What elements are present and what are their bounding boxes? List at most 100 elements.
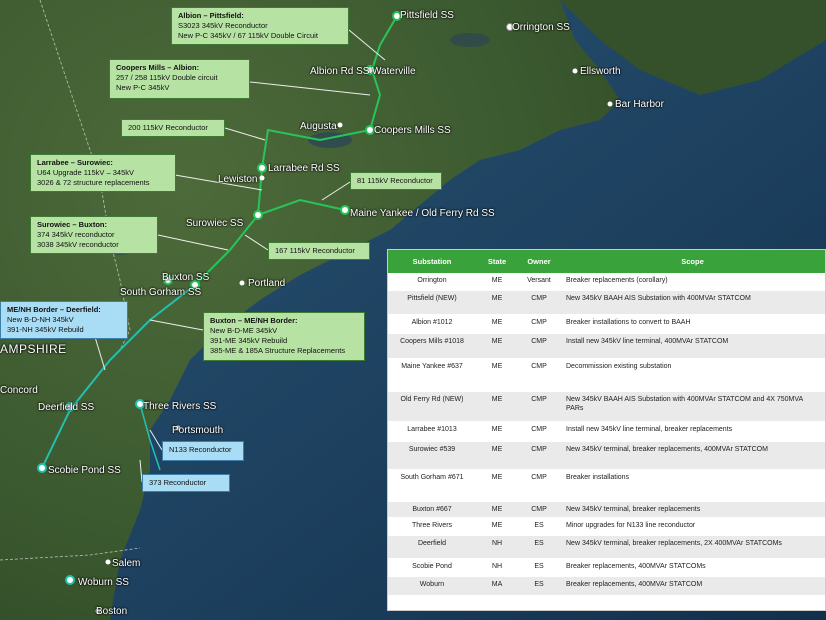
place-lewiston: Lewiston xyxy=(218,174,258,185)
callout-line: New P-C 345kV / 67 115kV Double Circuit xyxy=(178,31,318,40)
place-portland: Portland xyxy=(248,278,286,289)
cell-scope: Breaker installations to convert to BAAH xyxy=(560,314,825,334)
cell-scope: New 345kV BAAH AIS Substation with 400MV… xyxy=(560,290,825,315)
cell-owner: ES xyxy=(518,558,560,577)
cell-state: ME xyxy=(476,391,518,422)
callout-373-reconductor: 373 Reconductor xyxy=(142,474,230,492)
callout-coopers-albion: Coopers Mills – Albion: 257 / 258 115kV … xyxy=(109,59,250,99)
place-albion: Albion Rd SS xyxy=(310,66,370,77)
cell-scope: New 345kV terminal, breaker replacements… xyxy=(560,535,825,559)
callout-title: ME/NH Border – Deerfield: xyxy=(7,305,101,314)
cell-substation: Old Ferry Rd (NEW) xyxy=(388,391,476,422)
callout-title: Larrabee – Surowiec: xyxy=(37,158,113,167)
substation-table: Substation State Owner Scope Orrington ME… xyxy=(387,249,826,611)
cell-substation: Woburn xyxy=(388,576,476,596)
callout-line: 3026 & 72 structure replacements xyxy=(37,178,150,187)
table-row: Buxton #667 ME CMP New 345kV terminal, brea… xyxy=(388,501,825,518)
cell-scope: Breaker replacements (corollary) xyxy=(560,273,825,291)
state-label-nh: AMPSHIRE xyxy=(0,342,67,356)
table-row: Maine Yankee #637 ME CMP Decommission exist… xyxy=(388,358,825,392)
callout-81-reconductor: 81 115kV Reconductor xyxy=(350,172,442,190)
callout-line: 3038 345kV reconductor xyxy=(37,240,119,249)
callout-line: 385-ME & 185A Structure Replacements xyxy=(210,346,346,355)
place-deerfield: Deerfield SS xyxy=(38,402,95,413)
cell-substation: Three Rivers xyxy=(388,517,476,536)
table-row: Old Ferry Rd (NEW) ME CMP New 345kV BAAH AI… xyxy=(388,391,825,422)
place-surowiec: Surowiec SS xyxy=(186,218,244,229)
cell-substation: Albion #1012 xyxy=(388,314,476,334)
place-boston: Boston xyxy=(96,606,128,617)
callout-line: New P-C 345kV xyxy=(116,83,170,92)
callout-200-reconductor: 200 115kV Reconductor xyxy=(121,119,225,137)
cell-scope: Breaker replacements, 400MVAr STATCOM xyxy=(560,576,825,596)
place-concord: Concord xyxy=(0,385,38,396)
cell-substation: Orrington xyxy=(388,273,476,291)
table-row: Deerfield NH ES New 345kV terminal, breaker… xyxy=(388,535,825,559)
header-scope: Scope xyxy=(560,250,825,273)
callout-line: 167 115kV Reconductor xyxy=(275,246,355,255)
place-coopers: Coopers Mills SS xyxy=(374,125,451,136)
cell-scope: Install new 345kV line terminal, 400MVAr… xyxy=(560,333,825,359)
cell-owner: CMP xyxy=(518,469,560,502)
cell-state: ME xyxy=(476,469,518,502)
callout-line: 200 115kV Reconductor xyxy=(128,123,208,132)
place-scobie: Scobie Pond SS xyxy=(48,465,121,476)
cell-state: NH xyxy=(476,535,518,559)
cell-state: NH xyxy=(476,558,518,577)
callout-buxton-menh: Buxton – ME/NH Border: New B-D-ME 345kV … xyxy=(203,312,365,361)
place-barharbor: Bar Harbor xyxy=(615,99,664,110)
header-state: State xyxy=(476,250,518,273)
cell-scope: Minor upgrades for N133 line reconductor xyxy=(560,517,825,536)
place-larrabee: Larrabee Rd SS xyxy=(268,163,340,174)
place-portsmouth: Portsmouth xyxy=(172,425,224,436)
callout-line: 373 Reconductor xyxy=(149,478,207,487)
place-southgorham: South Gorham SS xyxy=(120,287,202,298)
callout-title: Buxton – ME/NH Border: xyxy=(210,316,298,325)
callout-line: N133 Reconductor xyxy=(169,445,232,454)
place-threerivers: Three Rivers SS xyxy=(143,401,217,412)
cell-scope: New 345kV terminal, breaker replacements… xyxy=(560,441,825,470)
callout-n133-reconductor: N133 Reconductor xyxy=(162,441,244,461)
callout-line: New B-D-ME 345kV xyxy=(210,326,278,335)
cell-owner: CMP xyxy=(518,501,560,518)
cell-substation: Deerfield xyxy=(388,535,476,559)
place-salem: Salem xyxy=(112,558,141,569)
cell-substation: Larrabee #1013 xyxy=(388,421,476,442)
cell-scope: Breaker installations xyxy=(560,469,825,502)
cell-state: ME xyxy=(476,421,518,442)
cell-substation: Coopers Mills #1018 xyxy=(388,333,476,359)
callout-line: S3023 345kV Reconductor xyxy=(178,21,268,30)
place-ellsworth: Ellsworth xyxy=(580,66,621,77)
cell-state: ME xyxy=(476,517,518,536)
table-row: Coopers Mills #1018 ME CMP Install new 345k… xyxy=(388,333,825,359)
callout-larrabee-surowiec: Larrabee – Surowiec: U64 Upgrade 115kV –… xyxy=(30,154,176,192)
callout-title: Albion – Pittsfield: xyxy=(178,11,244,20)
table-row: Scobie Pond NH ES Breaker replacements, 400… xyxy=(388,558,825,577)
place-pittsfield: Pittsfield SS xyxy=(400,10,454,21)
cell-scope: Decommission existing substation xyxy=(560,358,825,392)
cell-owner: CMP xyxy=(518,290,560,315)
place-orrington: Orrington SS xyxy=(512,22,570,33)
cell-scope: Install new 345kV line terminal, breaker… xyxy=(560,421,825,442)
callout-title: Surowiec – Buxton: xyxy=(37,220,108,229)
cell-state: ME xyxy=(476,273,518,291)
callout-line: 81 115kV Reconductor xyxy=(357,176,433,185)
table-row: Albion #1012 ME CMP Breaker installations t… xyxy=(388,314,825,334)
callout-line: U64 Upgrade 115kV – 345kV xyxy=(37,168,135,177)
callout-title: Coopers Mills – Albion: xyxy=(116,63,200,72)
callout-surowiec-buxton: Surowiec – Buxton: 374 345kV reconductor… xyxy=(30,216,158,254)
place-woburn: Woburn SS xyxy=(78,577,129,588)
header-owner: Owner xyxy=(518,250,560,273)
cell-scope: New 345kV BAAH AIS Substation with 400MV… xyxy=(560,391,825,422)
cell-owner: ES xyxy=(518,535,560,559)
table-row: Orrington ME Versant Breaker replacements (… xyxy=(388,273,825,291)
place-buxton: Buxton SS xyxy=(162,272,210,283)
cell-substation: Buxton #667 xyxy=(388,501,476,518)
cell-owner: Versant xyxy=(518,273,560,291)
cell-owner: CMP xyxy=(518,314,560,334)
callout-menh-deerfield: ME/NH Border – Deerfield: New B-D-NH 345… xyxy=(0,301,128,339)
callout-albion-pittsfield: Albion – Pittsfield: S3023 345kV Recondu… xyxy=(171,7,349,45)
callout-line: 257 / 258 115kV Double circuit xyxy=(116,73,218,82)
cell-state: ME xyxy=(476,501,518,518)
cell-owner: CMP xyxy=(518,333,560,359)
